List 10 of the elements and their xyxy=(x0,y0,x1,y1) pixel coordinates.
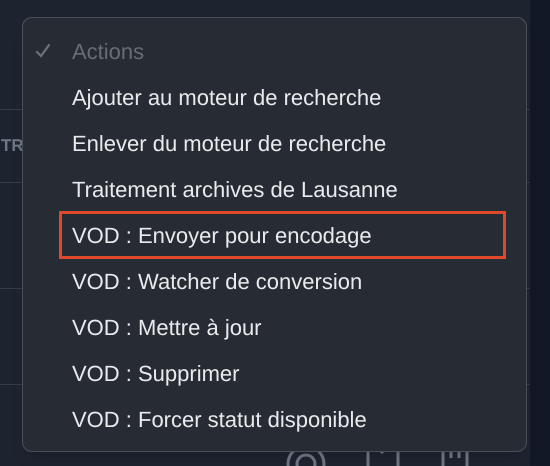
menu-item: Actions xyxy=(71,38,146,66)
menu-item[interactable]: VOD : Envoyer pour encodage xyxy=(59,211,506,259)
menu-item[interactable]: Ajouter au moteur de recherche xyxy=(59,73,506,121)
menu-item[interactable]: VOD : Supprimer xyxy=(59,349,506,397)
menu-item[interactable]: Traitement archives de Lausanne xyxy=(59,165,506,213)
menu-item[interactable]: VOD : Forcer statut disponible xyxy=(59,395,506,443)
menu-item[interactable]: VOD : Watcher de conversion xyxy=(59,257,506,305)
menu-item[interactable]: VOD : Mettre à jour xyxy=(59,303,506,351)
column-header: TR xyxy=(0,135,24,158)
menu-item[interactable]: Enlever du moteur de recherche xyxy=(59,119,506,167)
